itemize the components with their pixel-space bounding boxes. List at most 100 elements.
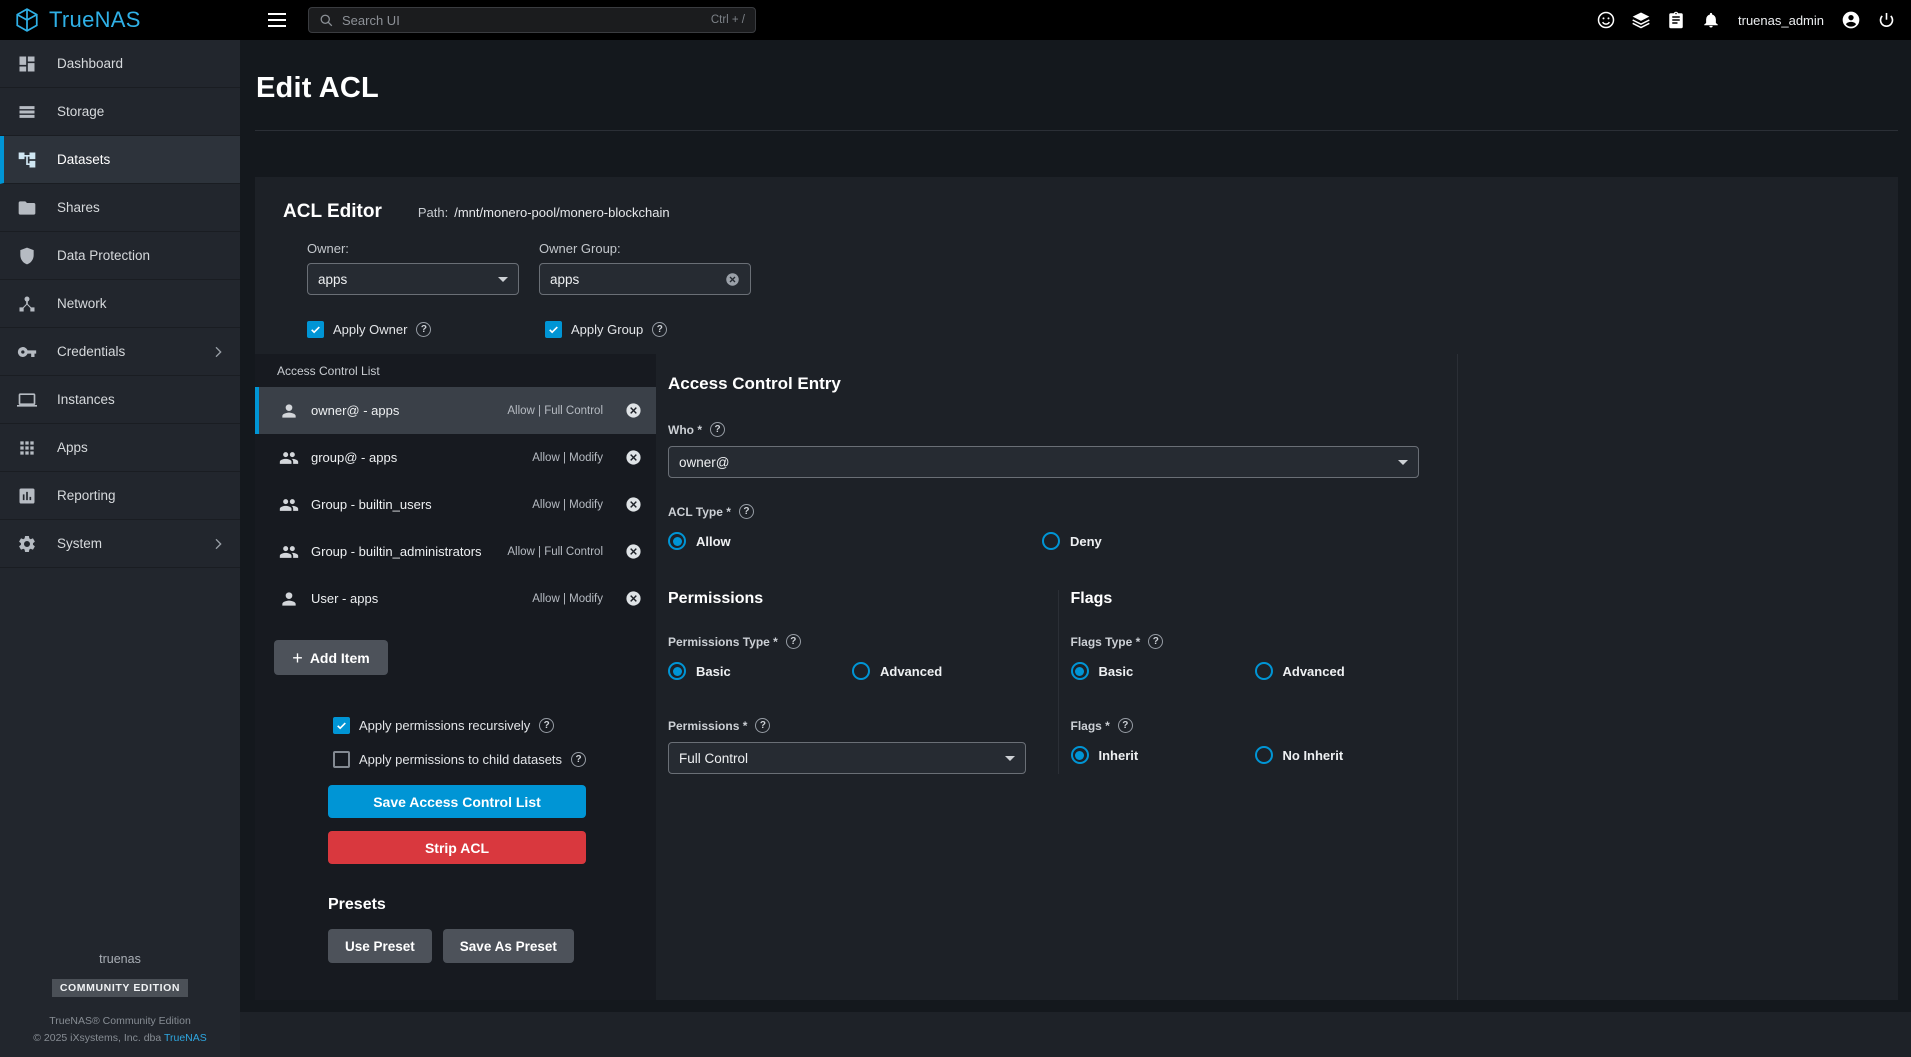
acl-type-deny-radio[interactable]: Deny xyxy=(1042,532,1416,550)
acl-entry-row[interactable]: User - apps Allow | Modify xyxy=(255,575,656,622)
help-icon[interactable]: ? xyxy=(710,422,725,437)
acl-entry-row[interactable]: owner@ - apps Allow | Full Control xyxy=(255,387,656,434)
save-acl-button[interactable]: Save Access Control List xyxy=(328,785,586,818)
owner-group-label: Owner Group: xyxy=(539,241,751,256)
sidebar-item-storage[interactable]: Storage xyxy=(0,88,240,136)
strip-acl-button[interactable]: Strip ACL xyxy=(328,831,586,864)
sidebar-footer: truenas COMMUNITY EDITION TrueNAS® Commu… xyxy=(0,952,240,1047)
acl-editor-title: ACL Editor xyxy=(283,201,382,223)
truenas-cube-icon xyxy=(14,7,40,33)
delete-entry-icon[interactable] xyxy=(625,496,642,513)
permissions-type-label: Permissions Type * ? xyxy=(668,634,1058,649)
acl-list-title: Access Control List xyxy=(255,354,656,387)
truenas-logo[interactable]: TrueNAS xyxy=(0,7,240,33)
search-input[interactable] xyxy=(342,13,703,28)
logged-in-username: truenas_admin xyxy=(1738,13,1824,28)
sidebar-item-system[interactable]: System xyxy=(0,520,240,568)
sidebar-item-shares[interactable]: Shares xyxy=(0,184,240,232)
acl-entry-row[interactable]: Group - builtin_administrators Allow | F… xyxy=(255,528,656,575)
acl-entry-row[interactable]: group@ - apps Allow | Modify xyxy=(255,434,656,481)
help-icon[interactable]: ? xyxy=(755,718,770,733)
apply-recursively-checkbox[interactable] xyxy=(333,717,350,734)
tasks-clipboard-icon[interactable] xyxy=(1666,10,1686,30)
account-circle-icon[interactable] xyxy=(1841,10,1861,30)
permissions-label: Permissions * ? xyxy=(668,718,1058,733)
owner-select[interactable]: apps xyxy=(307,263,519,295)
flags-type-label: Flags Type * ? xyxy=(1071,634,1458,649)
flags-label: Flags * ? xyxy=(1071,718,1458,733)
acl-entry-row[interactable]: Group - builtin_users Allow | Modify xyxy=(255,481,656,528)
sidebar-item-datasets[interactable]: Datasets xyxy=(0,136,240,184)
flags-type-advanced-radio[interactable]: Advanced xyxy=(1255,662,1439,680)
save-as-preset-button[interactable]: Save As Preset xyxy=(443,929,574,963)
plus-icon: + xyxy=(292,649,303,667)
presets-title: Presets xyxy=(328,896,656,914)
delete-entry-icon[interactable] xyxy=(625,449,642,466)
shield-icon xyxy=(17,246,37,266)
truenas-link[interactable]: TrueNAS xyxy=(164,1032,207,1044)
flags-no-inherit-radio[interactable]: No Inherit xyxy=(1255,746,1439,764)
sidebar-item-credentials[interactable]: Credentials xyxy=(0,328,240,376)
top-bar: TrueNAS Ctrl + / truenas_admin xyxy=(0,0,1911,40)
feedback-smiley-icon[interactable] xyxy=(1596,10,1616,30)
delete-entry-icon[interactable] xyxy=(625,590,642,607)
permissions-type-basic-radio[interactable]: Basic xyxy=(668,662,852,680)
delete-entry-icon[interactable] xyxy=(625,402,642,419)
help-icon[interactable]: ? xyxy=(786,634,801,649)
chevron-down-icon xyxy=(1005,756,1015,761)
power-icon[interactable] xyxy=(1876,10,1896,30)
bottom-console-bar[interactable] xyxy=(240,1012,1911,1057)
acl-type-allow-radio[interactable]: Allow xyxy=(668,532,1042,550)
permissions-type-advanced-radio[interactable]: Advanced xyxy=(852,662,1036,680)
search-icon xyxy=(319,13,334,28)
jobs-layers-icon[interactable] xyxy=(1631,10,1651,30)
user-icon xyxy=(279,589,299,609)
who-select[interactable]: owner@ xyxy=(668,446,1419,478)
help-icon[interactable]: ? xyxy=(539,718,554,733)
key-icon xyxy=(17,342,37,362)
help-icon[interactable]: ? xyxy=(416,322,431,337)
help-icon[interactable]: ? xyxy=(571,752,586,767)
ace-title: Access Control Entry xyxy=(668,374,1457,394)
owner-group-input[interactable]: apps xyxy=(539,263,751,295)
sidebar-item-network[interactable]: Network xyxy=(0,280,240,328)
notifications-bell-icon[interactable] xyxy=(1701,10,1721,30)
dataset-path: Path:/mnt/monero-pool/monero-blockchain xyxy=(418,205,670,220)
sidebar-item-apps[interactable]: Apps xyxy=(0,424,240,472)
apps-grid-icon xyxy=(17,438,37,458)
flags-inherit-radio[interactable]: Inherit xyxy=(1071,746,1255,764)
footer-edition-text: TrueNAS® Community Edition xyxy=(0,1013,240,1030)
footer-copyright: © 2025 iXsystems, Inc. dba TrueNAS xyxy=(0,1030,240,1047)
add-item-button[interactable]: + Add Item xyxy=(274,640,388,675)
flags-title: Flags xyxy=(1071,590,1458,608)
monitor-icon xyxy=(17,390,37,410)
help-icon[interactable]: ? xyxy=(652,322,667,337)
brand-name: TrueNAS xyxy=(49,7,141,33)
help-icon[interactable]: ? xyxy=(1148,634,1163,649)
search-box[interactable]: Ctrl + / xyxy=(308,7,756,33)
gear-icon xyxy=(17,534,37,554)
chevron-down-icon xyxy=(498,277,508,282)
flags-type-basic-radio[interactable]: Basic xyxy=(1071,662,1255,680)
topbar-actions: truenas_admin xyxy=(1596,10,1911,30)
dashboard-icon xyxy=(17,54,37,74)
sidebar-item-dashboard[interactable]: Dashboard xyxy=(0,40,240,88)
group-icon xyxy=(279,495,299,515)
group-icon xyxy=(279,448,299,468)
clear-input-icon[interactable] xyxy=(725,272,740,287)
help-icon[interactable]: ? xyxy=(1118,718,1133,733)
permissions-select[interactable]: Full Control xyxy=(668,742,1026,774)
sidebar-item-data-protection[interactable]: Data Protection xyxy=(0,232,240,280)
flags-section: Flags Flags Type * ? Basic Advanced xyxy=(1058,590,1458,774)
apply-child-datasets-checkbox[interactable] xyxy=(333,751,350,768)
sidebar-item-reporting[interactable]: Reporting xyxy=(0,472,240,520)
menu-toggle-icon[interactable] xyxy=(268,13,286,27)
apply-owner-checkbox[interactable] xyxy=(307,321,324,338)
delete-entry-icon[interactable] xyxy=(625,543,642,560)
help-icon[interactable]: ? xyxy=(739,504,754,519)
use-preset-button[interactable]: Use Preset xyxy=(328,929,432,963)
sidebar-item-instances[interactable]: Instances xyxy=(0,376,240,424)
group-icon xyxy=(279,542,299,562)
sidebar-nav: Dashboard Storage Datasets Shares Data P… xyxy=(0,40,240,1057)
apply-group-checkbox[interactable] xyxy=(545,321,562,338)
